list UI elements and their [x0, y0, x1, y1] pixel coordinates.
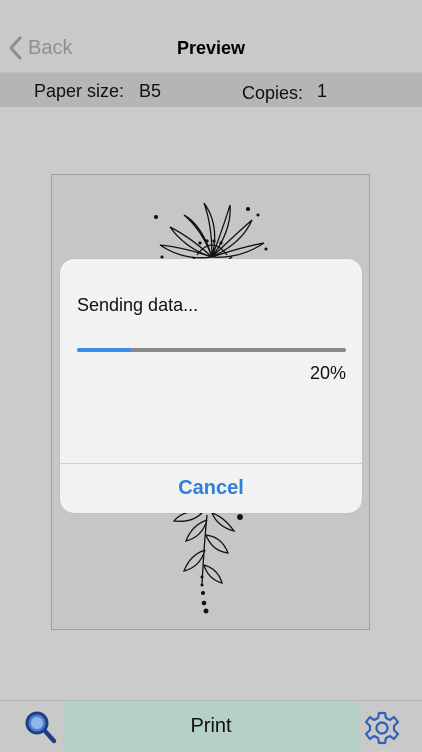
paper-size-value[interactable]: B5 [139, 81, 161, 102]
progress-bar [77, 348, 346, 352]
copies-value[interactable]: 1 [317, 81, 327, 102]
progress-percent: 20% [309, 363, 346, 383]
progress-fill [77, 348, 131, 352]
copies-label: Copies: [242, 83, 304, 103]
navigation-bar: Back Preview [0, 0, 422, 72]
settings-button[interactable] [364, 710, 400, 746]
magnifier-icon [25, 711, 57, 744]
bottom-toolbar: Print [0, 700, 422, 751]
print-button[interactable]: Print [63, 701, 359, 751]
cancel-button[interactable]: Cancel [60, 464, 362, 513]
dialog-message: Sending data... [77, 295, 199, 315]
paper-size-label: Paper size: [34, 81, 125, 101]
zoom-button[interactable] [20, 707, 60, 747]
sending-dialog: Sending data... 20% Cancel [60, 259, 362, 513]
gear-icon [364, 711, 400, 745]
page-title: Preview [176, 38, 246, 58]
print-settings-bar: Paper size: B5 Copies: 1 [0, 72, 422, 107]
